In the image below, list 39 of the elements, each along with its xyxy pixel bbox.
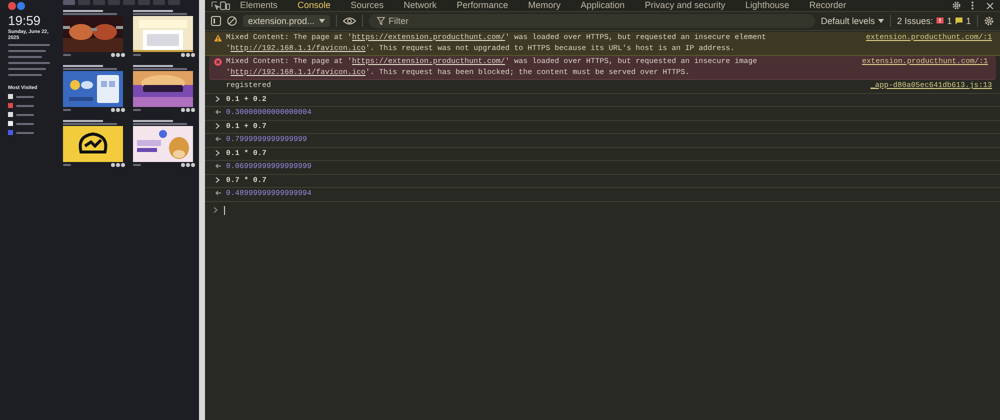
issues-button[interactable]: 2 Issues: 1 1: [896, 16, 971, 26]
devtools-tab[interactable]: Lighthouse: [735, 0, 800, 11]
inspect-icon[interactable]: [211, 1, 220, 10]
caret-icon: [318, 19, 325, 23]
prompt-chevron-icon[interactable]: [213, 207, 218, 213]
clear-icon[interactable]: [227, 16, 237, 26]
clock-time: 19:59: [8, 14, 42, 27]
caret-icon: [878, 19, 884, 23]
context-dropdown[interactable]: extension.prod...: [243, 15, 330, 27]
devtools-tab[interactable]: Application: [570, 0, 635, 11]
devtools-tab[interactable]: Memory: [518, 0, 571, 11]
filter-field[interactable]: Filter: [368, 14, 815, 28]
settings-icon[interactable]: [984, 16, 994, 26]
prompt-chevron-icon: [215, 150, 220, 156]
close-icon[interactable]: [986, 2, 994, 10]
prompt-chevron-icon: [215, 96, 220, 102]
devtools-tab[interactable]: Sources: [340, 0, 394, 11]
devtools-tab[interactable]: Network: [394, 0, 447, 11]
devtools-tab[interactable]: Privacy and security: [634, 0, 736, 11]
prompt-chevron-icon: [215, 176, 220, 182]
eye-icon[interactable]: [342, 17, 356, 25]
settings-icon[interactable]: [952, 1, 961, 10]
devtools-tab[interactable]: Elements: [230, 0, 288, 11]
return-arrow-icon: [214, 136, 220, 142]
return-arrow-icon: [214, 190, 220, 196]
return-arrow-icon: [214, 163, 220, 169]
error-issue-icon: [936, 17, 944, 25]
prompt-chevron-icon: [215, 122, 220, 128]
return-arrow-icon: [214, 109, 220, 115]
device-icon[interactable]: [220, 1, 230, 10]
devtools-tab[interactable]: Recorder: [799, 0, 856, 11]
devtools-tab[interactable]: Performance: [446, 0, 518, 11]
message-issue-icon: [954, 17, 963, 25]
sidebar-icon[interactable]: [211, 16, 221, 26]
funnel-icon: [376, 17, 385, 25]
levels-dropdown[interactable]: Default levels: [820, 16, 884, 26]
devtools-tab[interactable]: Console: [288, 0, 341, 11]
more-icon[interactable]: [971, 1, 974, 10]
text-cursor[interactable]: [224, 206, 225, 214]
